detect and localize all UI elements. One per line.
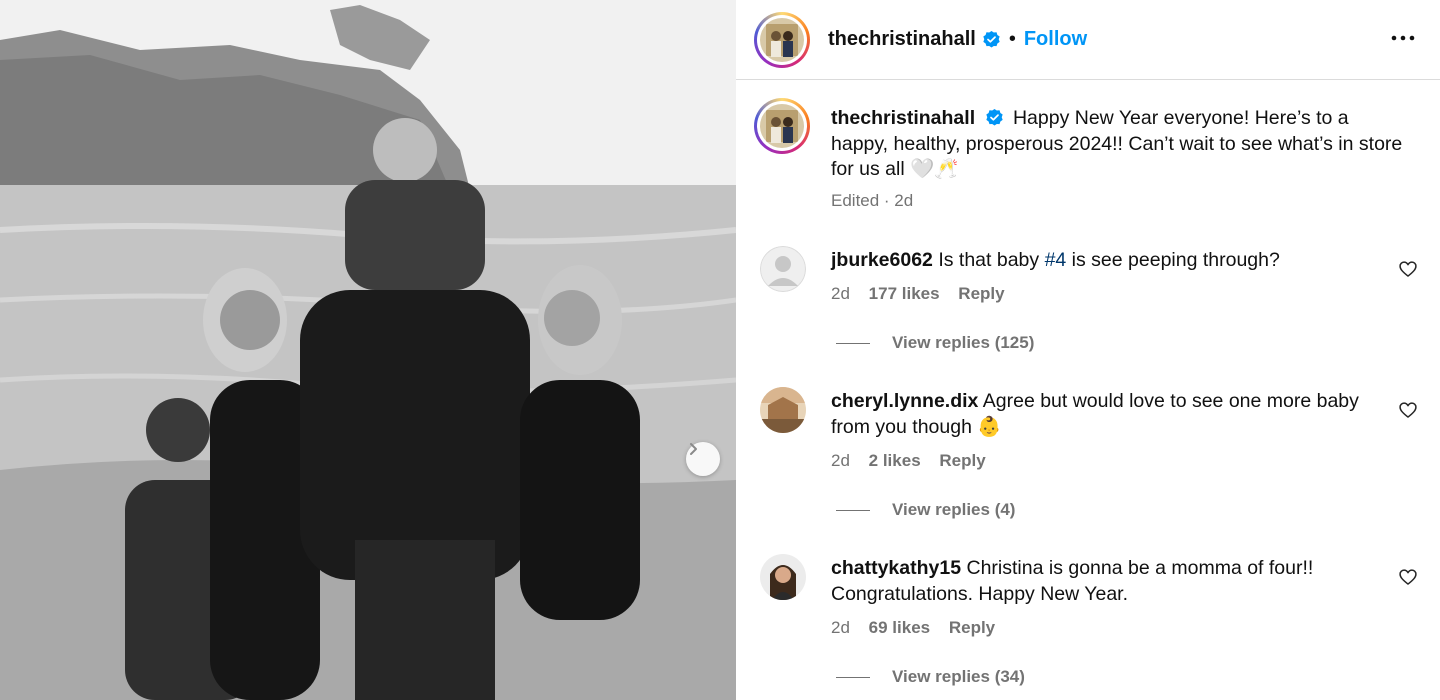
comment-meta: 2d 2 likes Reply (831, 451, 1000, 471)
more-options-icon[interactable] (1388, 26, 1418, 50)
commenter-avatar[interactable] (760, 554, 806, 600)
heart-outline-icon[interactable] (1398, 259, 1418, 279)
post-photo (0, 0, 736, 700)
comment-item: cheryl.lynne.dix Agree but would love to… (758, 387, 1418, 527)
caption-username[interactable]: thechristinahall (831, 107, 975, 129)
comment-item: jburke6062 Is that baby #4 is see peepin… (758, 246, 1418, 356)
replies-divider (836, 676, 870, 678)
heart-outline-icon[interactable] (1398, 567, 1418, 587)
comment-text: cheryl.lynne.dix Agree but would love to… (831, 389, 1391, 440)
caption-text: thechristinahall Happy New Year everyone… (831, 106, 1411, 183)
chevron-right-icon (690, 443, 697, 455)
replies-divider (836, 342, 870, 344)
author-avatar[interactable] (754, 11, 810, 68)
reply-button[interactable]: Reply (958, 284, 1004, 303)
view-replies-button[interactable]: View replies (4) (836, 500, 1015, 520)
hashtag-link[interactable]: #4 (1045, 249, 1067, 271)
comment-item: chattykathy15 Christina is gonna be a mo… (758, 554, 1418, 694)
commenter-avatar[interactable] (760, 246, 806, 292)
reply-button[interactable]: Reply (939, 451, 985, 470)
comment-username[interactable]: jburke6062 (831, 249, 933, 271)
post-details-panel: thechristinahall • Follow thechristinaha… (736, 0, 1440, 700)
post-media[interactable] (0, 0, 736, 700)
view-replies-button[interactable]: View replies (34) (836, 667, 1025, 687)
reply-button[interactable]: Reply (949, 618, 995, 637)
view-replies-label: View replies (34) (892, 667, 1025, 686)
caption-author-avatar[interactable] (754, 98, 810, 154)
view-replies-button[interactable]: View replies (125) (836, 333, 1034, 353)
heart-outline-icon[interactable] (1398, 400, 1418, 420)
avatar-image (760, 104, 804, 148)
comment-age: 2d (831, 451, 850, 470)
view-replies-label: View replies (4) (892, 500, 1016, 519)
comment-username[interactable]: chattykathy15 (831, 557, 961, 579)
comment-text: chattykathy15 Christina is gonna be a mo… (831, 556, 1391, 607)
avatar-image (760, 17, 804, 62)
verified-badge-icon (983, 30, 1000, 48)
header-separator: • (1008, 28, 1016, 50)
follow-button[interactable]: Follow (1024, 28, 1087, 51)
comment-age: 2d (831, 284, 850, 303)
comment-meta: 2d 177 likes Reply (831, 284, 1019, 304)
caption-timestamp: Edited · 2d (831, 191, 914, 210)
replies-divider (836, 509, 870, 511)
comment-likes[interactable]: 2 likes (869, 451, 921, 470)
commenter-avatar[interactable] (760, 387, 806, 433)
comment-text: jburke6062 Is that baby #4 is see peepin… (831, 248, 1391, 274)
comment-likes[interactable]: 69 likes (869, 618, 930, 637)
verified-badge-icon (985, 108, 1003, 126)
comment-age: 2d (831, 618, 850, 637)
comment-username[interactable]: cheryl.lynne.dix (831, 390, 978, 412)
comment-body: is see peeping through? (1066, 249, 1280, 271)
comment-body: Is that baby (938, 249, 1045, 271)
author-username[interactable]: thechristinahall (828, 28, 976, 51)
comment-likes[interactable]: 177 likes (869, 284, 940, 303)
post-header: thechristinahall • Follow (736, 0, 1440, 80)
comment-meta: 2d 69 likes Reply (831, 618, 1009, 638)
view-replies-label: View replies (125) (892, 333, 1035, 352)
next-photo-button[interactable] (686, 442, 720, 476)
